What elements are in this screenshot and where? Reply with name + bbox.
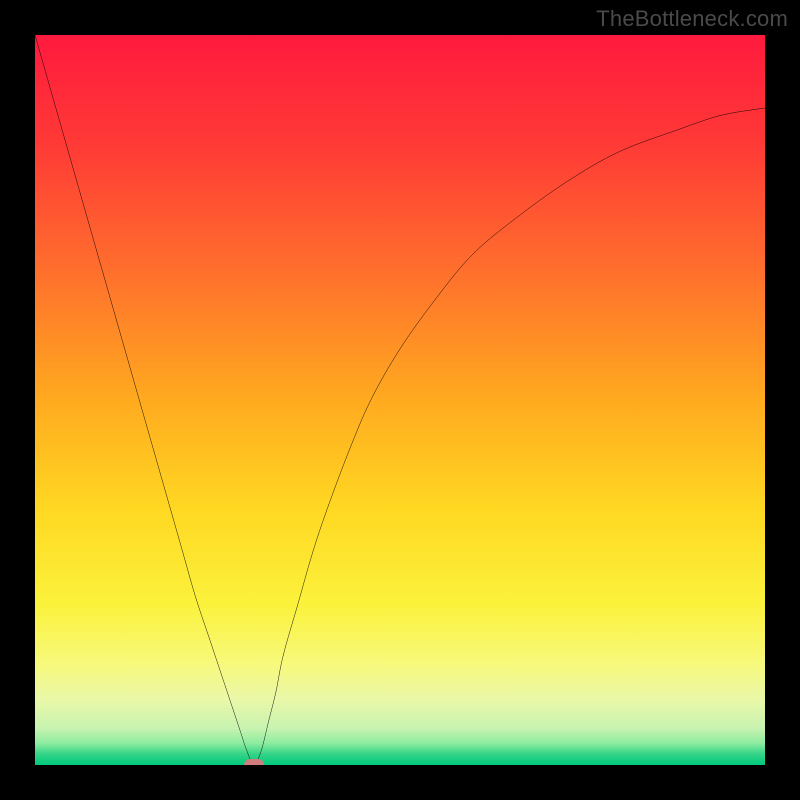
bottleneck-curve [35,35,765,765]
plot-area [35,35,765,765]
watermark-text: TheBottleneck.com [596,6,788,32]
chart-frame: TheBottleneck.com [0,0,800,800]
minimum-marker [244,759,264,765]
